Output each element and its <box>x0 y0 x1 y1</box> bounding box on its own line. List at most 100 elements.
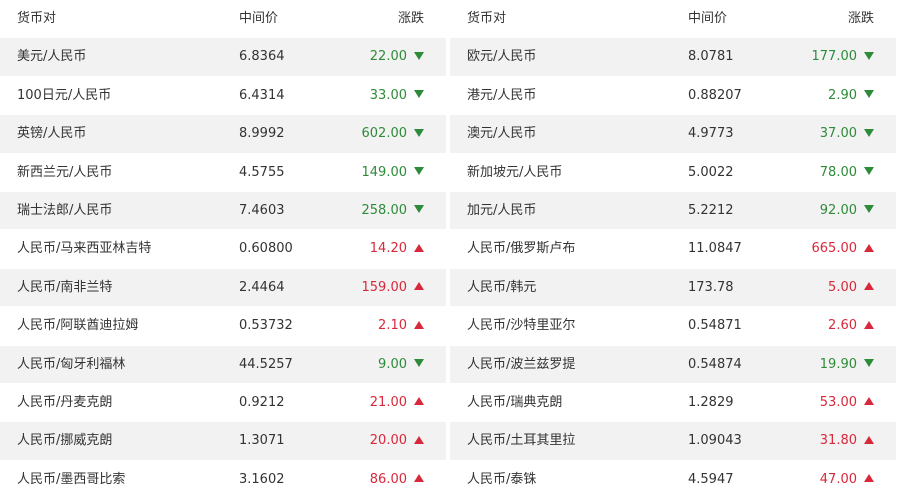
table-row[interactable]: 人民币/沙特里亚尔 0.54871 2.60 <box>450 307 896 346</box>
currency-pair: 人民币/匈牙利福林 <box>17 356 126 372</box>
rate-change: 159.00 <box>362 269 424 306</box>
rate-change: 33.00 <box>370 77 424 114</box>
rate-change: 21.00 <box>370 384 424 421</box>
currency-pair: 人民币/南非兰特 <box>17 279 113 295</box>
mid-rate: 0.54871 <box>688 318 742 334</box>
table-row[interactable]: 澳元/人民币 4.9773 37.00 <box>450 115 896 154</box>
change-value: 2.90 <box>828 87 857 103</box>
table-row[interactable]: 人民币/挪威克朗 1.3071 20.00 <box>0 422 446 461</box>
change-value: 37.00 <box>819 126 857 142</box>
mid-rate: 3.1602 <box>239 471 285 487</box>
rate-change: 31.80 <box>820 422 874 459</box>
table-row[interactable]: 100日元/人民币 6.4314 33.00 <box>0 77 446 116</box>
mid-rate: 11.0847 <box>688 241 742 257</box>
table-row[interactable]: 美元/人民币 6.8364 22.00 <box>0 38 446 77</box>
currency-pair: 欧元/人民币 <box>467 49 537 65</box>
table-row[interactable]: 人民币/南非兰特 2.4464 159.00 <box>0 268 446 308</box>
currency-pair: 瑞士法郎/人民币 <box>17 202 113 218</box>
rate-change: 19.90 <box>820 346 874 383</box>
currency-pair: 100日元/人民币 <box>17 87 112 103</box>
currency-pair: 人民币/土耳其里拉 <box>467 433 576 449</box>
arrow-down-icon <box>864 359 874 368</box>
mid-rate: 0.88207 <box>688 87 742 103</box>
rate-change: 177.00 <box>811 38 874 75</box>
arrow-down-icon <box>864 167 874 176</box>
mid-rate: 1.2829 <box>688 394 734 410</box>
table-row[interactable]: 港元/人民币 0.88207 2.90 <box>450 77 896 116</box>
table-row[interactable]: 新加坡元/人民币 5.0022 78.00 <box>450 154 896 192</box>
rate-change: 9.00 <box>378 346 424 383</box>
table-row[interactable]: 人民币/瑞典克朗 1.2829 53.00 <box>450 384 896 423</box>
arrow-up-icon <box>414 397 424 406</box>
arrow-down-icon <box>414 205 424 214</box>
arrow-down-icon <box>414 359 424 368</box>
arrow-up-icon <box>414 435 424 444</box>
table-row[interactable]: 人民币/丹麦克朗 0.9212 21.00 <box>0 384 446 423</box>
rate-change: 86.00 <box>370 461 424 498</box>
table-row[interactable]: 人民币/泰铢 4.5947 47.00 <box>450 461 896 500</box>
rate-change: 5.00 <box>828 269 874 306</box>
rate-change: 14.20 <box>370 230 424 267</box>
fx-rate-board: 货币对 中间价 涨跌 美元/人民币 6.8364 22.00 100日元/人民币 6.4… <box>0 0 899 500</box>
header-mid: 中间价 <box>688 11 728 26</box>
table-row[interactable]: 人民币/土耳其里拉 1.09043 31.80 <box>450 422 896 461</box>
header-pair: 货币对 <box>467 11 507 26</box>
change-value: 78.00 <box>819 164 857 180</box>
change-value: 19.90 <box>819 356 857 372</box>
change-value: 665.00 <box>811 241 858 257</box>
change-value: 20.00 <box>369 433 407 449</box>
table-row[interactable]: 瑞士法郎/人民币 7.4603 258.00 <box>0 191 446 231</box>
rate-change: 47.00 <box>820 461 874 498</box>
table-row[interactable]: 人民币/韩元 173.78 5.00 <box>450 268 896 308</box>
currency-pair: 澳元/人民币 <box>467 126 537 142</box>
change-value: 2.60 <box>828 318 857 334</box>
mid-rate: 8.0781 <box>688 49 734 65</box>
change-value: 53.00 <box>819 394 857 410</box>
currency-pair: 人民币/泰铢 <box>467 471 537 487</box>
mid-rate: 5.0022 <box>688 164 734 180</box>
arrow-down-icon <box>864 51 874 60</box>
rate-change: 602.00 <box>362 115 424 152</box>
arrow-down-icon <box>414 51 424 60</box>
change-value: 92.00 <box>819 202 857 218</box>
change-value: 22.00 <box>369 49 407 65</box>
rate-table-left: 货币对 中间价 涨跌 美元/人民币 6.8364 22.00 100日元/人民币 6.4… <box>0 0 446 500</box>
rate-change: 665.00 <box>811 230 874 267</box>
currency-pair: 英镑/人民币 <box>17 126 87 142</box>
currency-pair: 人民币/墨西哥比索 <box>17 471 126 487</box>
change-value: 149.00 <box>361 164 408 180</box>
table-row[interactable]: 新西兰元/人民币 4.5755 149.00 <box>0 154 446 192</box>
table-row[interactable]: 人民币/俄罗斯卢布 11.0847 665.00 <box>450 230 896 269</box>
change-value: 177.00 <box>811 49 858 65</box>
mid-rate: 0.54874 <box>688 356 742 372</box>
header-change: 涨跌 <box>847 11 874 26</box>
currency-pair: 人民币/波兰兹罗提 <box>467 356 576 372</box>
table-row[interactable]: 加元/人民币 5.2212 92.00 <box>450 191 896 231</box>
table-header: 货币对 中间价 涨跌 <box>450 0 896 39</box>
currency-pair: 新西兰元/人民币 <box>17 164 113 180</box>
header-pair: 货币对 <box>17 11 57 26</box>
table-row[interactable]: 欧元/人民币 8.0781 177.00 <box>450 38 896 77</box>
currency-pair: 人民币/沙特里亚尔 <box>467 318 576 334</box>
arrow-down-icon <box>864 128 874 137</box>
table-row[interactable]: 英镑/人民币 8.9992 602.00 <box>0 115 446 154</box>
currency-pair: 人民币/瑞典克朗 <box>467 394 563 410</box>
change-value: 258.00 <box>361 202 408 218</box>
arrow-down-icon <box>864 205 874 214</box>
mid-rate: 2.4464 <box>239 279 285 295</box>
table-row[interactable]: 人民币/波兰兹罗提 0.54874 19.90 <box>450 345 896 384</box>
mid-rate: 173.78 <box>688 279 734 295</box>
table-row[interactable]: 人民币/匈牙利福林 44.5257 9.00 <box>0 345 446 384</box>
rate-change: 37.00 <box>820 115 874 152</box>
change-value: 33.00 <box>369 87 407 103</box>
rate-change: 92.00 <box>820 192 874 229</box>
table-row[interactable]: 人民币/墨西哥比索 3.1602 86.00 <box>0 461 446 500</box>
rate-change: 258.00 <box>361 192 424 229</box>
table-row[interactable]: 人民币/马来西亚林吉特 0.60800 14.20 <box>0 230 446 269</box>
table-row[interactable]: 人民币/阿联酋迪拉姆 0.53732 2.10 <box>0 307 446 346</box>
mid-rate: 0.53732 <box>239 318 293 334</box>
rate-change: 2.10 <box>378 307 424 344</box>
arrow-up-icon <box>414 243 424 252</box>
mid-rate: 8.9992 <box>239 126 285 142</box>
change-value: 14.20 <box>369 241 407 257</box>
